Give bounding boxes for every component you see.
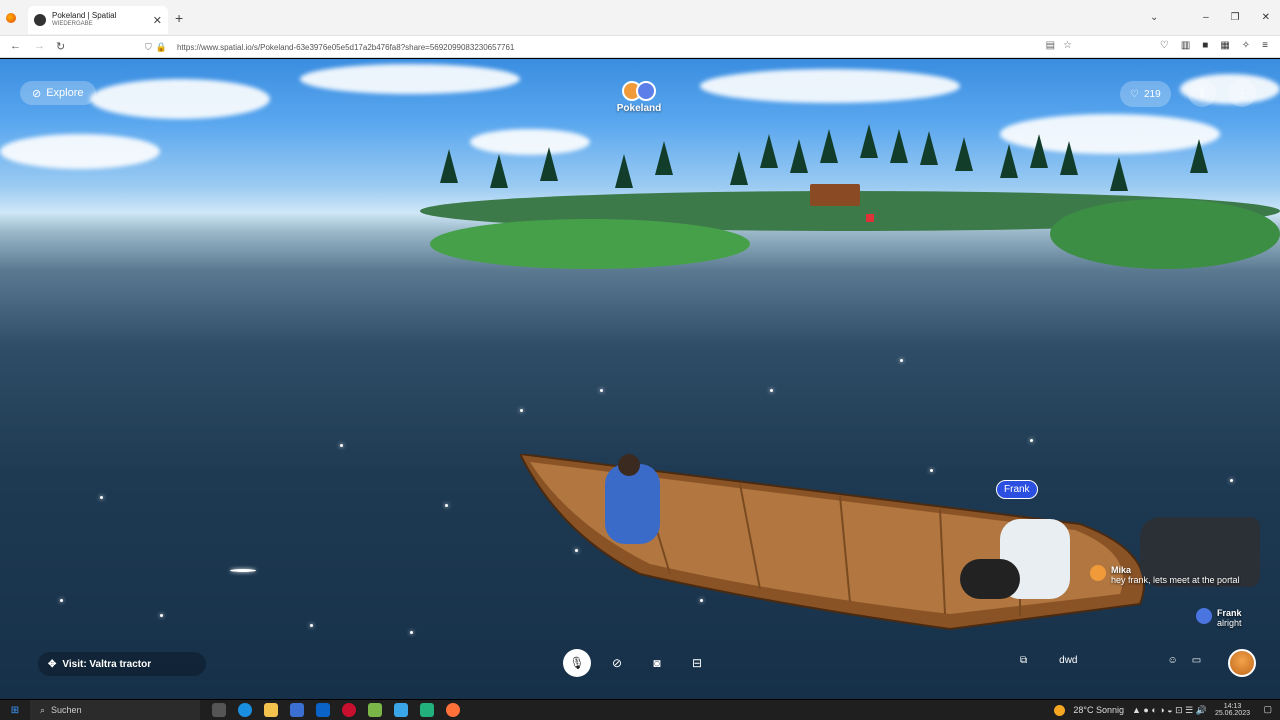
store-icon[interactable] (290, 703, 304, 717)
spatial-favicon-icon (34, 14, 46, 26)
library-icon[interactable]: ▥ (1181, 40, 1190, 51)
cabin (810, 184, 860, 206)
share-icon: ⇪ (1196, 86, 1208, 100)
chat-text: hey frank, lets meet at the portal (1111, 575, 1240, 585)
browser-navbar: ← → ↻ ⛉🔒 https://www.spatial.io/s/Pokela… (0, 36, 1280, 58)
camera-off-icon: ⊘ (611, 656, 623, 670)
bookmark-star-icon[interactable]: ▤☆ (1046, 40, 1080, 51)
tab-subtitle: WIEDERGABE (52, 21, 93, 27)
url-text: https://www.spatial.io/s/Pokeland-63e397… (176, 42, 515, 52)
time: 14:13 (1223, 703, 1242, 710)
opera-icon[interactable] (342, 703, 356, 717)
chat-message: Frank alright (1196, 608, 1242, 628)
explore-label: Explore (46, 87, 84, 99)
like-count: 219 (1143, 88, 1161, 100)
more-button[interactable]: ⋮ (1228, 79, 1256, 107)
explore-button[interactable]: ⊘ Explore (20, 81, 96, 105)
room-label[interactable]: dwd (1059, 655, 1077, 666)
firefox-taskbar-icon[interactable] (446, 703, 460, 717)
microphone-icon: 🎙 (569, 656, 585, 670)
new-tab-icon[interactable]: + (175, 10, 183, 26)
chat-text: alright (1217, 618, 1242, 628)
restore-icon[interactable]: ❐ (1231, 12, 1240, 23)
share-screen-icon[interactable]: ⧉ (1020, 655, 1027, 666)
clock[interactable]: 14:13 25.06.2023 (1215, 703, 1250, 717)
sun-icon (1054, 704, 1066, 716)
windows-taskbar: ⊞ ⌕ Suchen 28°C Sonnig ▲ ● ◐ ◑ ◒ ⊡ ☰ 🔊 1… (0, 700, 1280, 720)
close-window-icon[interactable]: ✕ (1262, 12, 1270, 23)
right-controls: ⧉ dwd ☺ ▭ (1020, 655, 1201, 666)
extension-2-icon[interactable]: ▦ (1220, 40, 1229, 51)
chat-avatar (1090, 565, 1106, 581)
system-tray: 28°C Sonnig ▲ ● ◐ ◑ ◒ ⊡ ☰ 🔊 14:13 25.06.… (1054, 703, 1250, 717)
screenshot-button[interactable]: ◙ (643, 649, 671, 677)
microphone-button[interactable]: 🎙 (563, 649, 591, 677)
taskbar-apps (212, 703, 460, 717)
visit-label: Visit: Valtra tractor (62, 658, 152, 670)
menu-icon[interactable]: ≡ (1262, 40, 1268, 51)
move-icon: ✥ (48, 658, 57, 670)
reload-icon[interactable]: ↻ (56, 40, 65, 53)
address-bar[interactable]: ⛉🔒 https://www.spatial.io/s/Pokeland-63e… (145, 39, 1075, 55)
tray-icons[interactable]: ▲ ● ◐ ◑ ◒ ⊡ ☰ 🔊 (1132, 705, 1207, 716)
tab-title: Pokeland | Spatial (52, 11, 117, 20)
visitor-avatars (600, 81, 678, 101)
3d-viewport[interactable]: ⊘ Explore Pokeland ♡ 219 ⇪ ⋮ Frank Mika h… (0, 59, 1280, 699)
window-controls: – ❐ ✕ (1203, 12, 1270, 23)
taskbar-search[interactable]: ⌕ Suchen (30, 700, 200, 720)
chat-avatar (1196, 608, 1212, 624)
app-icon[interactable] (368, 703, 382, 717)
notification-icon[interactable]: ▢ (1263, 704, 1272, 715)
windows-start-icon[interactable]: ⊞ (0, 705, 30, 716)
compass-icon: ⊘ (32, 87, 42, 100)
chat-sender: Mika (1111, 565, 1132, 575)
avatar-nametag: Frank (996, 480, 1038, 499)
minimize-icon[interactable]: – (1203, 12, 1209, 23)
back-icon[interactable]: ← (10, 40, 21, 52)
media-controls: 🎙 ⊘ ◙ ⊟ (563, 649, 711, 677)
world-title: Pokeland (616, 103, 662, 114)
avatar (636, 81, 656, 101)
like-button[interactable]: ♡ 219 (1120, 81, 1171, 107)
pocket-icon[interactable]: ♡ (1160, 40, 1169, 51)
red-marker (866, 214, 874, 222)
chat-message: Mika hey frank, lets meet at the portal (1090, 565, 1240, 585)
app-icon[interactable] (394, 703, 408, 717)
tracking-protection-icon[interactable]: ⛉🔒 (145, 42, 171, 53)
heart-icon: ♡ (1130, 88, 1139, 100)
search-icon: ⌕ (40, 704, 46, 715)
grass-island (430, 219, 750, 269)
more-icon: ⋮ (1236, 86, 1248, 100)
firefox-icon (6, 13, 16, 23)
visit-portal-button[interactable]: ✥ Visit: Valtra tractor (38, 652, 206, 676)
browser-tabbar: Pokeland | Spatial WIEDERGABE ✕ + ⌄ – ❐ … (0, 0, 1280, 36)
list-tabs-icon[interactable]: ⌄ (1150, 12, 1158, 23)
file-explorer-icon[interactable] (264, 703, 278, 717)
screen: Pokeland | Spatial WIEDERGABE ✕ + ⌄ – ❐ … (0, 0, 1280, 720)
forward-icon[interactable]: → (34, 40, 45, 52)
tab-close-icon[interactable]: ✕ (153, 14, 162, 27)
camera-off-button[interactable]: ⊘ (603, 649, 631, 677)
browser-tab[interactable]: Pokeland | Spatial WIEDERGABE ✕ (28, 6, 168, 34)
search-placeholder: Suchen (51, 705, 82, 715)
task-view-icon[interactable] (212, 703, 226, 717)
chat-sender: Frank (1217, 608, 1242, 618)
weather-text[interactable]: 28°C Sonnig (1073, 705, 1124, 715)
browser-toolbar: ♡ ▥ ■ ▦ ✧ ≡ (1160, 40, 1268, 51)
emoji-icon[interactable]: ☺ (1168, 655, 1178, 666)
app-icon[interactable] (420, 703, 434, 717)
self-avatar-button[interactable] (1228, 649, 1256, 677)
inventory-button[interactable]: ⊟ (683, 649, 711, 677)
camera-icon: ◙ (653, 656, 661, 670)
share-button[interactable]: ⇪ (1188, 79, 1216, 107)
chat-icon[interactable]: ▭ (1192, 655, 1201, 666)
avatar-blue-hoodie[interactable] (605, 464, 660, 544)
edge-icon[interactable] (238, 703, 252, 717)
extension-icon[interactable]: ■ (1202, 40, 1208, 51)
world-header[interactable]: Pokeland (600, 81, 678, 114)
backpack-icon: ⊟ (691, 656, 703, 670)
puzzle-icon[interactable]: ✧ (1242, 40, 1250, 51)
date: 25.06.2023 (1214, 710, 1250, 717)
mail-icon[interactable] (316, 703, 330, 717)
